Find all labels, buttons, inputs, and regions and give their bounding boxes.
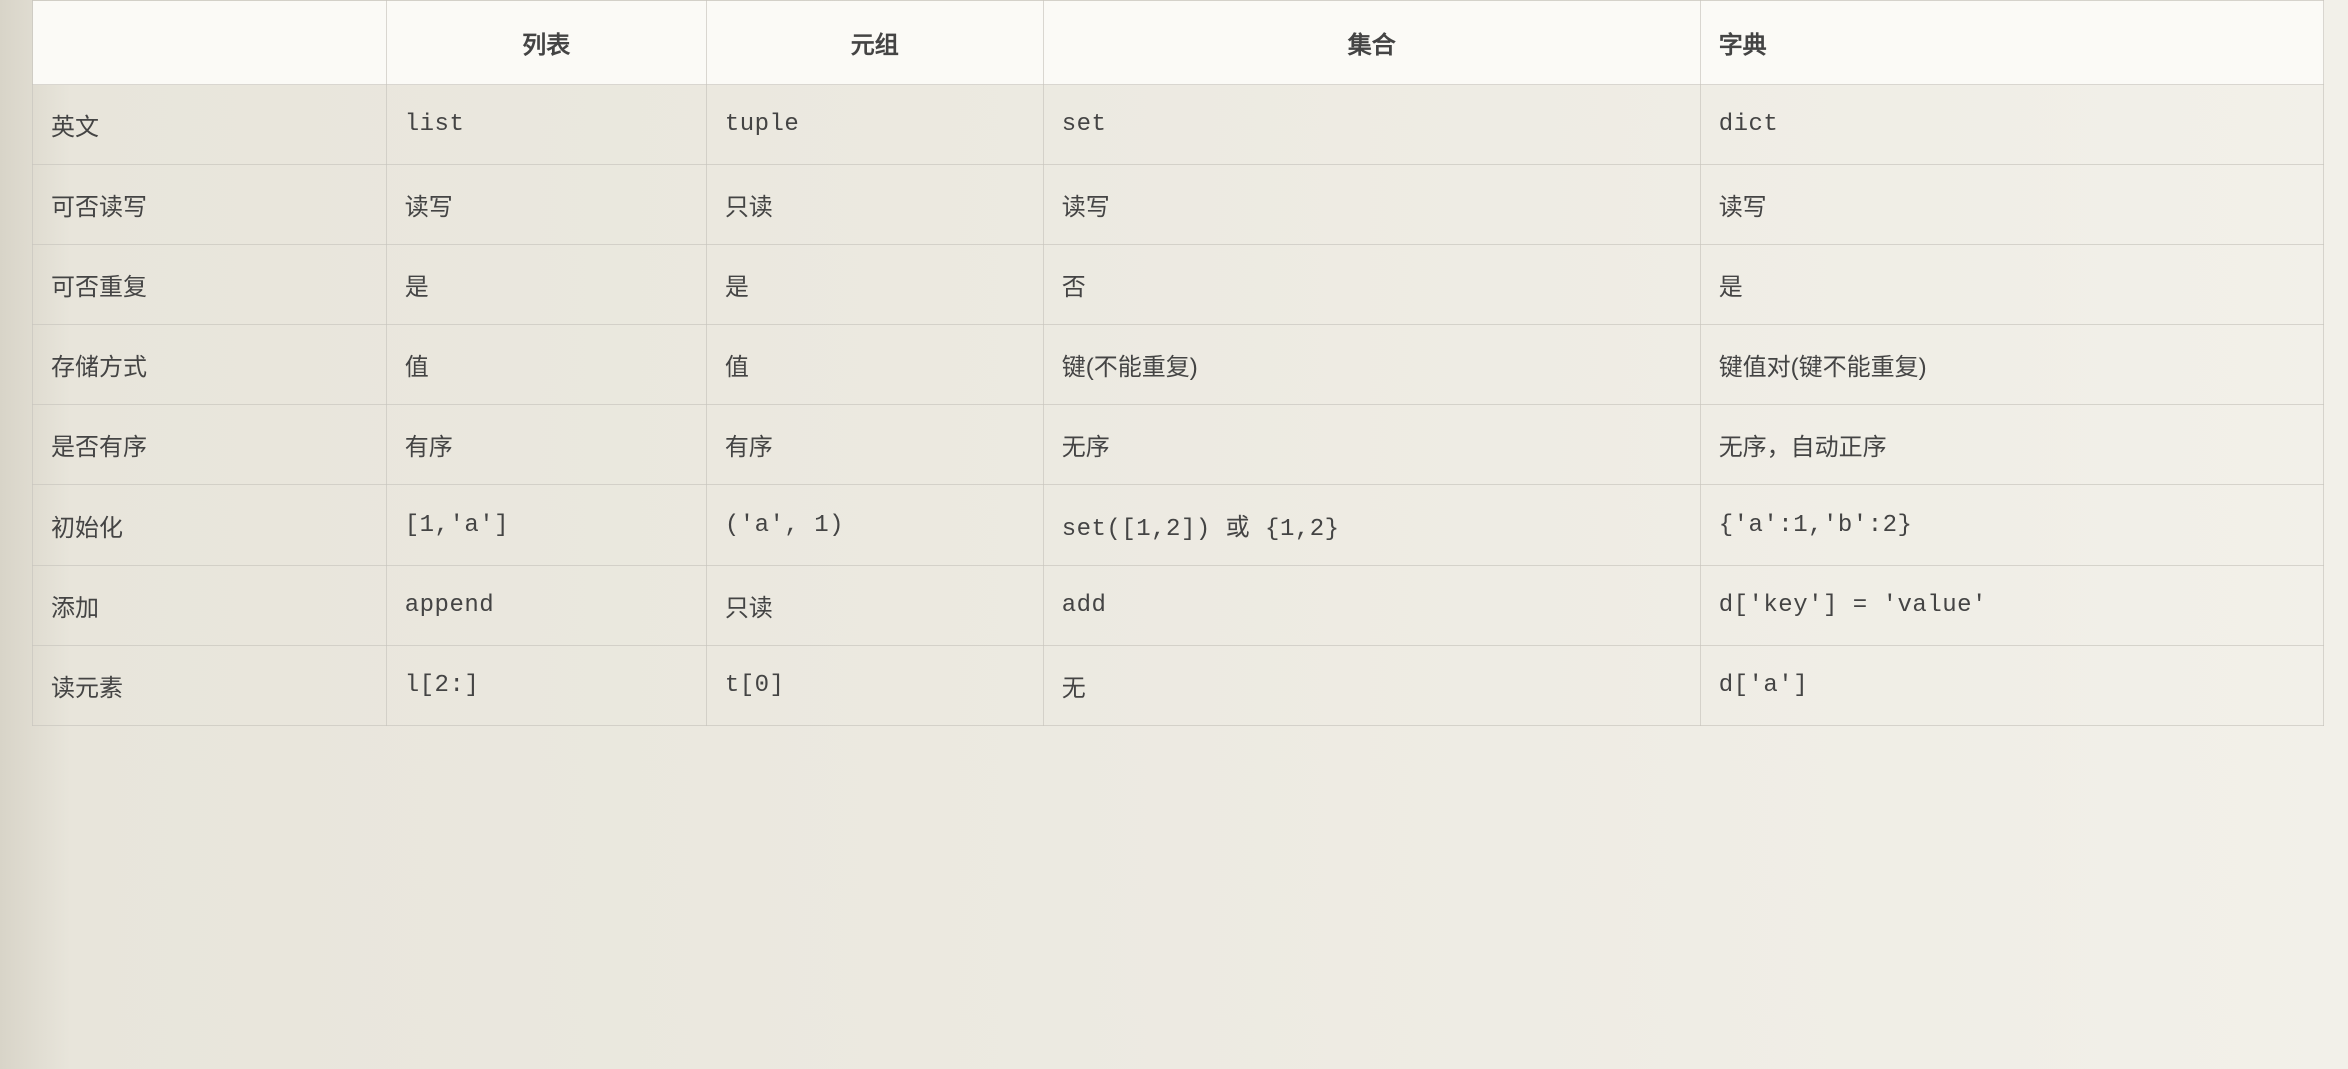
row-label: 添加 bbox=[33, 566, 387, 646]
table-cell: 是 bbox=[1700, 245, 2323, 325]
table-row: 读元素l[2:]t[0]无d['a'] bbox=[33, 646, 2324, 726]
table-cell: 有序 bbox=[386, 405, 706, 485]
table-row: 初始化[1,'a']('a', 1)set([1,2]) 或 {1,2}{'a'… bbox=[33, 485, 2324, 566]
table-cell: ('a', 1) bbox=[706, 485, 1043, 566]
table-cell: 无序 bbox=[1043, 405, 1700, 485]
table-cell: 键(不能重复) bbox=[1043, 325, 1700, 405]
table-cell: 是 bbox=[386, 245, 706, 325]
table-cell: 只读 bbox=[706, 566, 1043, 646]
table-row: 英文listtuplesetdict bbox=[33, 85, 2324, 165]
row-label: 可否重复 bbox=[33, 245, 387, 325]
table-cell: 只读 bbox=[706, 165, 1043, 245]
table-body: 英文listtuplesetdict可否读写读写只读读写读写可否重复是是否是存储… bbox=[33, 85, 2324, 726]
row-label: 存储方式 bbox=[33, 325, 387, 405]
table-cell: 否 bbox=[1043, 245, 1700, 325]
table-header-cell bbox=[33, 1, 387, 85]
table-cell: 值 bbox=[386, 325, 706, 405]
page: 列表 元组 集合 字典 英文listtuplesetdict可否读写读写只读读写… bbox=[0, 0, 2348, 750]
table-cell: add bbox=[1043, 566, 1700, 646]
table-row: 存储方式值值键(不能重复)键值对(键不能重复) bbox=[33, 325, 2324, 405]
row-label: 读元素 bbox=[33, 646, 387, 726]
table-cell: {'a':1,'b':2} bbox=[1700, 485, 2323, 566]
table-row: 是否有序有序有序无序无序，自动正序 bbox=[33, 405, 2324, 485]
table-cell: t[0] bbox=[706, 646, 1043, 726]
table-header-cell: 元组 bbox=[706, 1, 1043, 85]
table-cell: 有序 bbox=[706, 405, 1043, 485]
row-label: 英文 bbox=[33, 85, 387, 165]
table-head: 列表 元组 集合 字典 bbox=[33, 1, 2324, 85]
table-header-cell: 字典 bbox=[1700, 1, 2323, 85]
table-header-cell: 集合 bbox=[1043, 1, 1700, 85]
table-cell: tuple bbox=[706, 85, 1043, 165]
row-label: 可否读写 bbox=[33, 165, 387, 245]
table-row: 可否重复是是否是 bbox=[33, 245, 2324, 325]
table-cell: 是 bbox=[706, 245, 1043, 325]
table-cell: 读写 bbox=[386, 165, 706, 245]
table-cell: d['key'] = 'value' bbox=[1700, 566, 2323, 646]
table-cell: 无 bbox=[1043, 646, 1700, 726]
comparison-table: 列表 元组 集合 字典 英文listtuplesetdict可否读写读写只读读写… bbox=[32, 0, 2324, 726]
table-cell: set([1,2]) 或 {1,2} bbox=[1043, 485, 1700, 566]
table-cell: 读写 bbox=[1700, 165, 2323, 245]
table-cell: [1,'a'] bbox=[386, 485, 706, 566]
table-row: 添加append只读addd['key'] = 'value' bbox=[33, 566, 2324, 646]
table-cell: 读写 bbox=[1043, 165, 1700, 245]
table-cell: 值 bbox=[706, 325, 1043, 405]
table-cell: 无序，自动正序 bbox=[1700, 405, 2323, 485]
table-cell: append bbox=[386, 566, 706, 646]
row-label: 初始化 bbox=[33, 485, 387, 566]
table-cell: 键值对(键不能重复) bbox=[1700, 325, 2323, 405]
table-cell: set bbox=[1043, 85, 1700, 165]
table-header-row: 列表 元组 集合 字典 bbox=[33, 1, 2324, 85]
row-label: 是否有序 bbox=[33, 405, 387, 485]
table-row: 可否读写读写只读读写读写 bbox=[33, 165, 2324, 245]
table-cell: l[2:] bbox=[386, 646, 706, 726]
table-cell: list bbox=[386, 85, 706, 165]
table-cell: dict bbox=[1700, 85, 2323, 165]
table-header-cell: 列表 bbox=[386, 1, 706, 85]
table-cell: d['a'] bbox=[1700, 646, 2323, 726]
